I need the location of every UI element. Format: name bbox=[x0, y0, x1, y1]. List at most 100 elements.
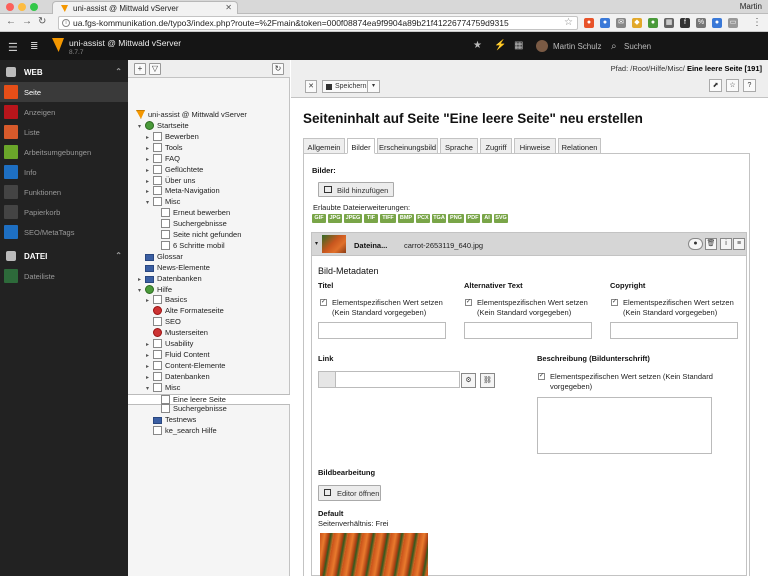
extension-icon[interactable]: ● bbox=[600, 18, 610, 28]
tree-node[interactable]: ▾ Hilfe bbox=[138, 284, 172, 296]
extension-icon[interactable]: ▭ bbox=[728, 18, 738, 28]
expand-toggle-icon[interactable]: ▸ bbox=[146, 145, 152, 152]
tree-node[interactable]: Seite nicht gefunden bbox=[154, 230, 241, 241]
tree-node[interactable]: ▸ Content-Elemente bbox=[146, 360, 225, 372]
expand-toggle-icon[interactable]: ▾ bbox=[146, 199, 152, 206]
tab-bilder[interactable]: Bilder bbox=[347, 138, 375, 154]
save-dropdown-icon[interactable]: ▾ bbox=[367, 81, 379, 92]
tree-root[interactable]: uni-assist @ Mittwald vServer bbox=[136, 110, 247, 121]
browser-user-label[interactable]: Martin bbox=[740, 2, 762, 11]
open-new-window-icon[interactable]: ⬈ bbox=[709, 79, 722, 92]
extension-icon[interactable]: % bbox=[696, 18, 706, 28]
collapse-icon[interactable]: ▾ bbox=[315, 240, 318, 247]
tree-node[interactable]: News-Elemente bbox=[138, 263, 210, 274]
flash-icon[interactable]: ⚡ bbox=[494, 40, 506, 51]
extension-icon[interactable]: ● bbox=[712, 18, 722, 28]
expand-toggle-icon[interactable]: ▾ bbox=[146, 385, 152, 392]
module-item[interactable]: Arbeitsumgebungen bbox=[0, 142, 128, 162]
filter-icon[interactable]: ▽ bbox=[149, 63, 161, 75]
refresh-tree-icon[interactable]: ↻ bbox=[272, 63, 284, 75]
expand-toggle-icon[interactable]: ▾ bbox=[138, 287, 144, 294]
tab-erscheinungsbild[interactable]: Erscheinungsbild bbox=[377, 138, 438, 154]
close-window-icon[interactable] bbox=[6, 3, 14, 11]
tree-node[interactable]: ▾ Misc bbox=[146, 197, 180, 208]
extension-icon[interactable]: f bbox=[680, 18, 690, 28]
url-field[interactable]: i ua.fgs-kommunikation.de/typo3/index.ph… bbox=[58, 16, 578, 30]
open-editor-button[interactable]: Editor öffnen bbox=[318, 485, 381, 501]
description-override-checkbox[interactable]: ✓ bbox=[538, 373, 545, 380]
tree-node[interactable]: Eine leere Seite bbox=[128, 393, 290, 405]
tab-allgemein[interactable]: Allgemein bbox=[303, 138, 345, 154]
module-menu-toggle-icon[interactable]: ☰ bbox=[8, 41, 18, 54]
browser-menu-icon[interactable]: ⋮ bbox=[752, 17, 762, 28]
expand-toggle-icon[interactable]: ▸ bbox=[146, 156, 152, 163]
file-reference-header[interactable]: ▾ Dateina... carrot-2653119_640.jpg ● 🗑 … bbox=[312, 233, 746, 256]
extension-icon[interactable]: ● bbox=[648, 18, 658, 28]
copyright-input[interactable] bbox=[610, 322, 738, 339]
module-item[interactable]: Dateiliste bbox=[0, 266, 128, 286]
tree-node[interactable]: Glossar bbox=[138, 252, 183, 263]
link-input[interactable] bbox=[335, 371, 460, 388]
back-icon[interactable]: ← bbox=[6, 16, 16, 27]
expand-toggle-icon[interactable]: ▸ bbox=[146, 178, 152, 185]
toggle-visibility-icon[interactable]: ● bbox=[688, 238, 703, 250]
forward-icon[interactable]: → bbox=[22, 16, 32, 27]
module-group-web[interactable]: WEB ⌃ bbox=[0, 62, 128, 82]
info-icon[interactable]: i bbox=[720, 238, 732, 250]
description-textarea[interactable] bbox=[537, 397, 712, 454]
module-item[interactable]: Info bbox=[0, 162, 128, 182]
tree-node[interactable]: ▸ Meta-Navigation bbox=[146, 186, 220, 197]
tree-node[interactable]: ▸ Fluid Content bbox=[146, 349, 210, 361]
title-input[interactable] bbox=[318, 322, 446, 339]
expand-toggle-icon[interactable]: ▾ bbox=[138, 123, 144, 130]
tab-sprache[interactable]: Sprache bbox=[440, 138, 478, 154]
tree-node[interactable]: ▸ Geflüchtete bbox=[146, 164, 203, 176]
typo3-logo-icon[interactable] bbox=[52, 38, 64, 52]
expand-toggle-icon[interactable]: ▸ bbox=[146, 188, 152, 195]
tree-node[interactable]: SEO bbox=[146, 317, 181, 328]
module-item[interactable]: Papierkorb bbox=[0, 202, 128, 222]
search-icon[interactable]: ⌕ bbox=[611, 41, 617, 52]
link-wizard-icon[interactable]: ⚙ bbox=[461, 373, 476, 388]
user-menu-name[interactable]: Martin Schulz bbox=[553, 42, 601, 51]
tree-node[interactable]: Testnews bbox=[146, 415, 196, 426]
tree-node[interactable]: ▾ Misc bbox=[146, 382, 180, 394]
expand-toggle-icon[interactable]: ▸ bbox=[146, 167, 152, 174]
info-icon[interactable]: i bbox=[62, 19, 70, 27]
expand-toggle-icon[interactable]: ▸ bbox=[146, 297, 152, 304]
new-page-icon[interactable]: + bbox=[134, 63, 146, 75]
drag-handle-icon[interactable]: ≡ bbox=[733, 238, 745, 250]
delete-icon[interactable]: 🗑 bbox=[705, 238, 717, 250]
search-label[interactable]: Suchen bbox=[624, 42, 651, 51]
tree-node[interactable]: Erneut bewerben bbox=[154, 208, 230, 219]
add-image-button[interactable]: Bild hinzufügen bbox=[318, 182, 394, 197]
tab-hinweise[interactable]: Hinweise bbox=[514, 138, 556, 154]
expand-toggle-icon[interactable]: ▸ bbox=[146, 352, 152, 359]
avatar[interactable] bbox=[536, 40, 548, 52]
module-item[interactable]: Seite bbox=[0, 82, 128, 102]
expand-toggle-icon[interactable]: ▸ bbox=[146, 363, 152, 370]
tab-relationen[interactable]: Relationen bbox=[558, 138, 601, 154]
title-override-checkbox[interactable]: ✓ bbox=[320, 299, 327, 306]
minimize-window-icon[interactable] bbox=[18, 3, 26, 11]
help-icon[interactable]: ? bbox=[743, 79, 756, 92]
tree-node[interactable]: Musterseiten bbox=[146, 328, 208, 339]
sitemap-icon[interactable]: ≣ bbox=[30, 41, 38, 52]
tree-node[interactable]: ▸ Bewerben bbox=[146, 131, 199, 143]
tree-node[interactable]: Suchergebnisse bbox=[154, 219, 227, 230]
tab-zugriff[interactable]: Zugriff bbox=[480, 138, 512, 154]
tree-node[interactable]: ▸ Usability bbox=[146, 339, 193, 350]
extension-icon[interactable]: ◆ bbox=[632, 18, 642, 28]
alt-text-input[interactable] bbox=[464, 322, 592, 339]
tree-node[interactable]: ke_search Hilfe bbox=[146, 426, 217, 437]
tree-node[interactable]: ▸ FAQ bbox=[146, 153, 180, 165]
module-item[interactable]: Liste bbox=[0, 122, 128, 142]
module-item[interactable]: Anzeigen bbox=[0, 102, 128, 122]
tab-close-icon[interactable]: ✕ bbox=[225, 3, 232, 12]
link-chain-icon[interactable]: ⛓ bbox=[480, 373, 495, 388]
bookmark-star-icon[interactable]: ☆ bbox=[726, 79, 739, 92]
module-group-file[interactable]: DATEI ⌃ bbox=[0, 246, 128, 266]
tree-node[interactable]: ▸ Über uns bbox=[146, 175, 195, 187]
tree-node[interactable]: Suchergebnisse bbox=[154, 404, 227, 415]
expand-toggle-icon[interactable]: ▸ bbox=[138, 276, 144, 283]
